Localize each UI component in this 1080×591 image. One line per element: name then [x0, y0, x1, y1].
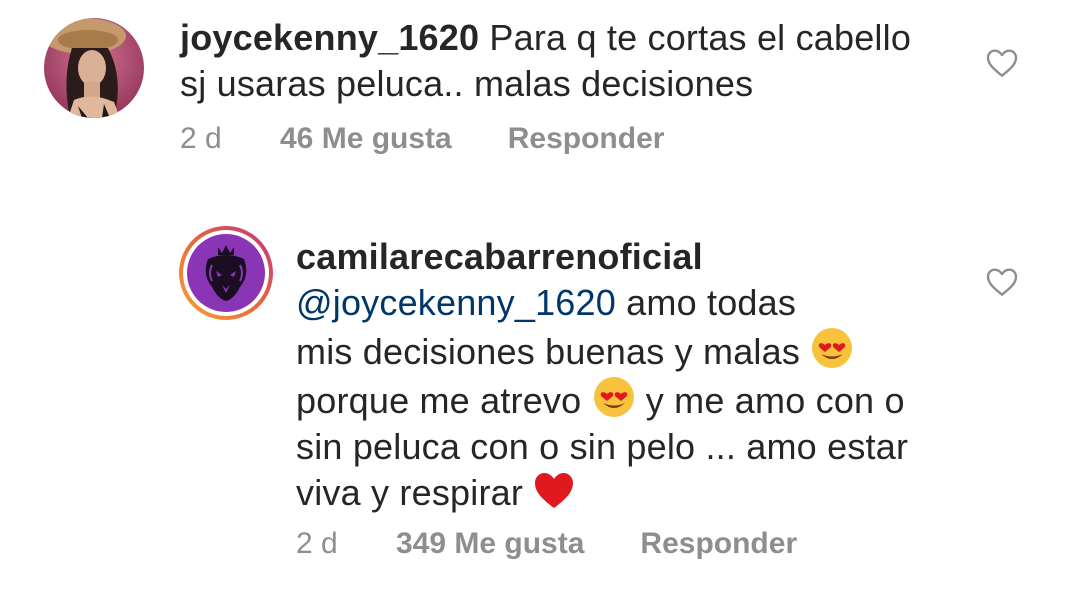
reply-camilarecabarren: camilarecabarrenoficial @joycekenny_1620… — [0, 200, 1080, 591]
avatar[interactable] — [178, 225, 274, 321]
comment-text-line1: Para q te cortas el cabello — [489, 17, 912, 58]
reply-button[interactable]: Responder — [508, 122, 665, 156]
reply-text-line2: mis decisiones buenas y malas — [296, 331, 811, 372]
comment-username[interactable]: joycekenny_1620 — [180, 17, 479, 58]
avatar[interactable] — [44, 18, 144, 118]
comment-text-line2: sj usaras peluca.. malas decisiones — [180, 63, 754, 104]
comment-time: 2 d — [180, 122, 222, 155]
reply-button[interactable]: Responder — [640, 527, 797, 561]
reply-text-line4: sin peluca con o sin pelo ... amo estar — [296, 426, 909, 467]
reply-time: 2 d — [296, 527, 338, 560]
reply-text-line3b: y me amo con o — [635, 380, 905, 421]
reply-likes[interactable]: 349 Me gusta — [396, 527, 584, 561]
heart-outline-icon[interactable] — [986, 267, 1018, 297]
reply-body: camilarecabarrenoficial @joycekenny_1620… — [296, 234, 976, 516]
reply-text-line5: viva y respirar — [296, 472, 534, 513]
reply-username[interactable]: camilarecabarrenoficial — [296, 234, 976, 280]
comment-body: joycekenny_1620 Para q te cortas el cabe… — [180, 15, 960, 107]
heart-eyes-emoji — [593, 377, 634, 417]
comment-joycekenny: joycekenny_1620 Para q te cortas el cabe… — [0, 0, 1080, 200]
comment-meta: 2 d 46 Me gusta Responder — [180, 122, 664, 156]
comment-likes[interactable]: 46 Me gusta — [280, 122, 452, 156]
mention-link[interactable]: @joycekenny_1620 — [296, 282, 616, 323]
avatar-logo — [179, 226, 273, 320]
red-heart-emoji — [535, 473, 574, 508]
heart-eyes-emoji — [812, 328, 853, 368]
reply-meta: 2 d 349 Me gusta Responder — [296, 527, 797, 561]
reply-text-line1: amo todas — [615, 282, 797, 323]
reply-text-line3a: porque me atrevo — [296, 380, 592, 421]
avatar-photo — [44, 18, 144, 118]
heart-outline-icon[interactable] — [986, 48, 1018, 78]
